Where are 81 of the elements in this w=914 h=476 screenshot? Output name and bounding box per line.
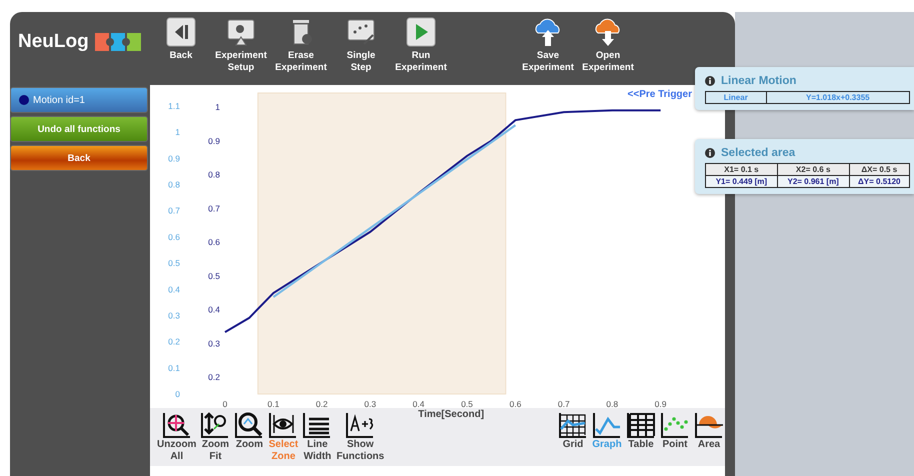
toolbar-button[interactable]: Single Step [331, 17, 391, 74]
axis-tick-label: 1 [175, 127, 180, 138]
pre-trigger-link[interactable]: <<Pre Trigger [628, 89, 692, 100]
tool-button[interactable]: Show Functions [335, 411, 386, 463]
axis-tick-label: 0.3 [364, 399, 376, 408]
axis-tick-label: 0.5 [168, 258, 180, 268]
axis-tick-label: 0.9 [208, 136, 220, 146]
axis-tick-label: 0.2 [208, 372, 220, 382]
axis-tick-label: 0.6 [168, 232, 180, 242]
axis-tick-label: 0.8 [606, 399, 618, 408]
table-icon [626, 411, 656, 439]
sidebar-button[interactable]: Back [10, 145, 148, 171]
table-cell: X2= 0.6 s [777, 164, 850, 176]
tool-button[interactable]: Zoom Fit [199, 411, 232, 463]
sensor-button[interactable]: Motion id=1 [10, 87, 148, 113]
axis-tick-label: 0.4 [412, 399, 425, 408]
info-icon [705, 148, 715, 158]
selection-zone[interactable] [257, 92, 506, 394]
table-cell: ΔY= 0.5120 [849, 176, 910, 188]
axis-tick-label: 0 [175, 389, 180, 399]
table-cell: Y2= 0.961 [m] [777, 176, 850, 188]
axis-tick-label: 0.5 [208, 270, 220, 281]
axis-tick-label: 0.7 [208, 203, 220, 214]
axis-tick-label: 0.8 [208, 170, 220, 180]
table-cell: Y1= 0.449 [m] [706, 176, 778, 188]
grid-chart-icon [558, 411, 588, 439]
axis-tick-label: 0.9 [168, 153, 180, 164]
toolbar-button[interactable]: Experiment Setup [211, 17, 271, 74]
tool-button[interactable]: Zoom [233, 411, 266, 463]
tool-button[interactable]: Point [659, 411, 691, 451]
toolbar-button[interactable]: Erase Experiment [271, 17, 331, 74]
axis-tick-label: 0.1 [168, 362, 180, 373]
sensor-label: Motion id=1 [33, 94, 85, 106]
eye-icon [268, 411, 298, 439]
toolbar-button[interactable]: Run Experiment [391, 17, 451, 74]
back-icon [166, 17, 196, 47]
axis-tick-label: 0.6 [208, 237, 220, 247]
axis-tick-label: 0.6 [509, 399, 522, 408]
toolbar-button[interactable]: Open Experiment [578, 17, 638, 74]
axis-tick-label: 0.4 [208, 304, 220, 314]
axis-tick-label: 0.3 [208, 338, 220, 348]
panel-title: Selected area [721, 147, 796, 159]
logo-text: NeuLog [18, 30, 89, 52]
logo-icon [94, 32, 141, 50]
scatter-icon [660, 411, 690, 439]
axis-tick-label: 0.1 [267, 399, 280, 408]
toolbar-button[interactable]: Save Experiment [518, 17, 578, 74]
axis-tick-label: 0.3 [168, 310, 180, 320]
table-cell: ΔX= 0.5 s [849, 164, 910, 176]
axis-tick-label: 0.7 [168, 206, 180, 216]
axis-tick-label: 0 [222, 399, 228, 408]
info-icon [705, 76, 715, 86]
function-icon [345, 411, 376, 439]
zoom-icon [234, 411, 264, 439]
axis-tick-label: 0.7 [558, 399, 570, 408]
axis-tick-label: 0.8 [168, 180, 180, 190]
toolbar-button[interactable]: Back [151, 17, 211, 62]
panel-title: Linear Motion [721, 75, 796, 87]
tool-button[interactable]: Line Width [301, 411, 334, 463]
axis-tick-label: 0.9 [654, 399, 667, 408]
tool-button[interactable]: Table [625, 411, 657, 451]
table-cell: Linear [706, 92, 766, 104]
unzoom-icon [162, 411, 192, 439]
line-chart-icon [592, 411, 622, 439]
table-cell: Y=1.018x+0.3355 [766, 92, 910, 104]
table-cell: X1= 0.1 s [706, 164, 778, 176]
area-chart-icon [694, 411, 724, 439]
axis-tick-label: 1.1 [168, 101, 180, 111]
monitor-pen-icon [346, 17, 376, 47]
axis-tick-label: 0.2 [316, 399, 328, 408]
tool-button[interactable]: Grid [557, 411, 589, 451]
zoom-fit-icon [200, 411, 230, 439]
axis-tick-label: 1 [215, 102, 220, 112]
axis-tick-label: 0.4 [168, 284, 180, 294]
tool-button[interactable]: Area [693, 411, 725, 451]
axis-tick-label: 0.5 [461, 399, 473, 408]
axis-tick-label: 0.2 [168, 336, 180, 347]
tool-button[interactable]: Unzoom All [156, 411, 198, 463]
play-icon [406, 17, 436, 47]
lines-icon [302, 411, 332, 439]
axis-title: Time[Second] [417, 408, 486, 420]
